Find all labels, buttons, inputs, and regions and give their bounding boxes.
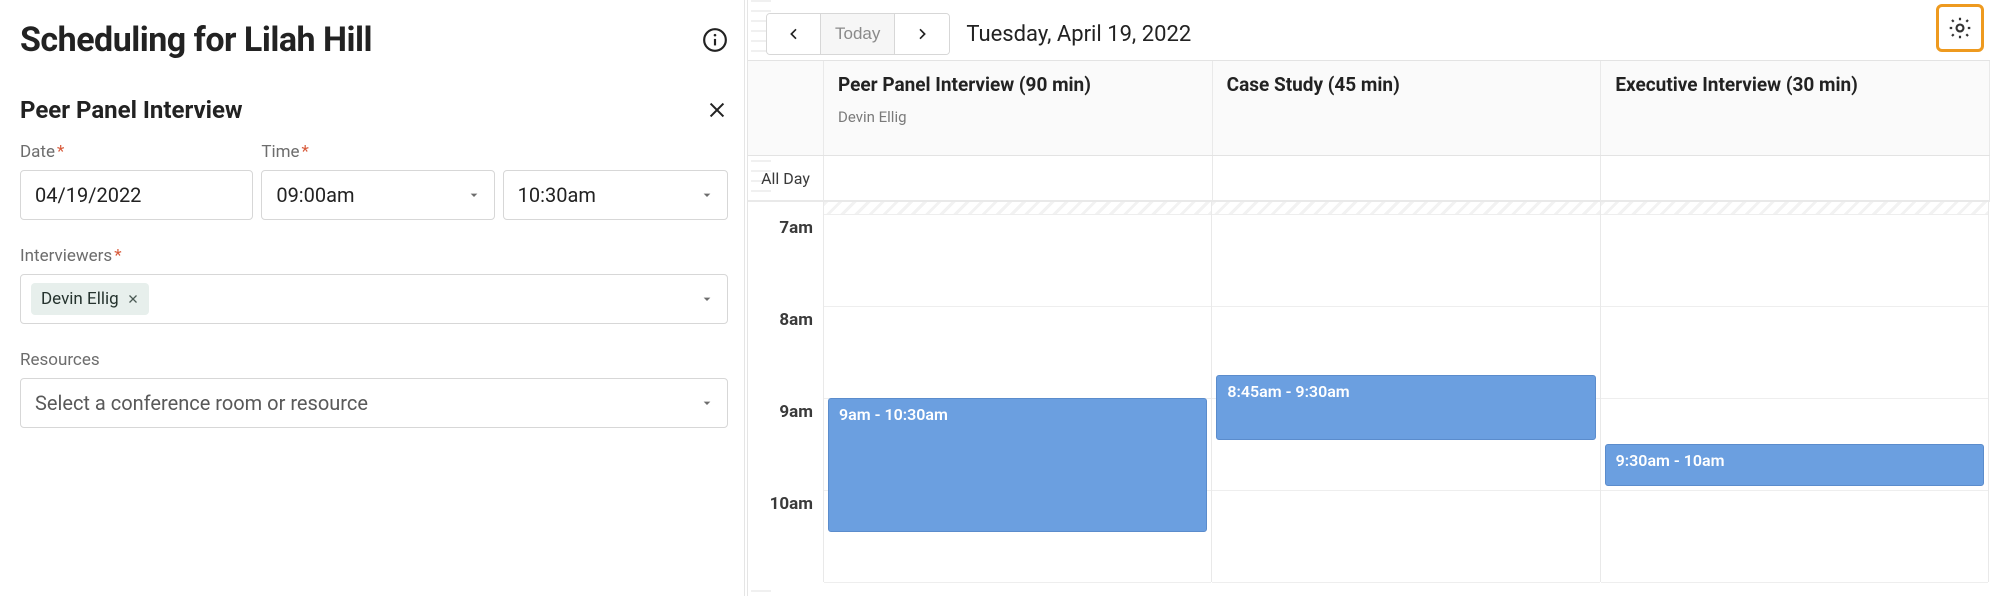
section-title: Peer Panel Interview bbox=[20, 96, 243, 124]
scheduling-panel: Scheduling for Lilah Hill Peer Panel Int… bbox=[0, 0, 744, 596]
allday-cell[interactable] bbox=[1213, 156, 1602, 200]
lane-title: Executive Interview (30 min) bbox=[1615, 73, 1975, 96]
calendar-event[interactable]: 9am - 10:30am bbox=[828, 398, 1207, 532]
chip-remove-icon[interactable] bbox=[127, 290, 139, 309]
lane-title: Case Study (45 min) bbox=[1227, 73, 1587, 96]
hour-label: 9am bbox=[748, 398, 823, 490]
chevron-down-icon bbox=[466, 187, 482, 203]
resources-label: Resources bbox=[20, 350, 728, 370]
close-icon[interactable] bbox=[706, 99, 728, 121]
time-gutter-head bbox=[748, 61, 824, 155]
hour-label: 8am bbox=[748, 306, 823, 398]
calendar-event[interactable]: 9:30am - 10am bbox=[1605, 444, 1984, 486]
current-date: Tuesday, April 19, 2022 bbox=[966, 22, 1191, 47]
calendar-body: 7am 8am 9am 10am 9am - 10:30am 8:45am - … bbox=[748, 202, 1989, 582]
date-input[interactable]: 04/19/2022 bbox=[20, 170, 253, 220]
chevron-down-icon bbox=[699, 291, 715, 307]
lane-subtitle: Devin Ellig bbox=[838, 108, 1198, 126]
allday-label: All Day bbox=[748, 156, 824, 200]
interviewers-label: Interviewers* bbox=[20, 246, 728, 266]
resources-select[interactable]: Select a conference room or resource bbox=[20, 378, 728, 428]
interviewers-input[interactable]: Devin Ellig bbox=[20, 274, 728, 324]
gear-icon bbox=[1947, 15, 1973, 41]
calendar-header-row: Peer Panel Interview (90 min) Devin Elli… bbox=[748, 60, 1990, 156]
next-button[interactable] bbox=[895, 14, 949, 54]
time-gutter: 7am 8am 9am 10am bbox=[748, 202, 824, 582]
allday-row: All Day bbox=[748, 156, 1990, 202]
end-time-select[interactable]: 10:30am bbox=[503, 170, 728, 220]
interviewer-chip[interactable]: Devin Ellig bbox=[31, 283, 149, 315]
date-time-row: Date* 04/19/2022 Time* 09:00am . 10:30am bbox=[20, 142, 728, 220]
start-time-value: 09:00am bbox=[276, 183, 354, 207]
lane-title: Peer Panel Interview (90 min) bbox=[838, 73, 1198, 96]
date-label: Date* bbox=[20, 142, 253, 162]
calendar-pane: Today Tuesday, April 19, 2022 Peer Panel… bbox=[748, 0, 1990, 596]
lane-body[interactable]: 9am - 10:30am bbox=[824, 202, 1212, 582]
lane-header: Case Study (45 min) bbox=[1213, 61, 1602, 155]
settings-button[interactable] bbox=[1936, 4, 1984, 52]
lane-header: Executive Interview (30 min) bbox=[1601, 61, 1990, 155]
prev-button[interactable] bbox=[767, 14, 821, 54]
section-header: Peer Panel Interview bbox=[20, 96, 728, 124]
lane-header: Peer Panel Interview (90 min) Devin Elli… bbox=[824, 61, 1213, 155]
date-nav-group: Today bbox=[766, 13, 950, 55]
allday-cell[interactable] bbox=[824, 156, 1213, 200]
allday-cell[interactable] bbox=[1601, 156, 1990, 200]
chevron-down-icon bbox=[699, 187, 715, 203]
calendar-event[interactable]: 8:45am - 9:30am bbox=[1216, 375, 1595, 440]
lane-body[interactable]: 9:30am - 10am bbox=[1601, 202, 1989, 582]
interviewer-chip-label: Devin Ellig bbox=[41, 289, 119, 309]
lane-body[interactable]: 8:45am - 9:30am bbox=[1212, 202, 1600, 582]
date-value: 04/19/2022 bbox=[35, 183, 141, 207]
chevron-down-icon bbox=[699, 395, 715, 411]
hour-label: 10am bbox=[748, 490, 823, 582]
resources-placeholder: Select a conference room or resource bbox=[35, 391, 368, 415]
calendar-toolbar: Today Tuesday, April 19, 2022 bbox=[748, 0, 1990, 60]
info-icon[interactable] bbox=[702, 27, 728, 53]
today-button[interactable]: Today bbox=[821, 14, 895, 54]
end-time-value: 10:30am bbox=[518, 183, 596, 207]
start-time-select[interactable]: 09:00am bbox=[261, 170, 494, 220]
page-title: Scheduling for Lilah Hill bbox=[20, 20, 372, 60]
time-label: Time* bbox=[261, 142, 494, 162]
panel-header: Scheduling for Lilah Hill bbox=[20, 20, 728, 60]
hour-label: 7am bbox=[748, 214, 823, 306]
